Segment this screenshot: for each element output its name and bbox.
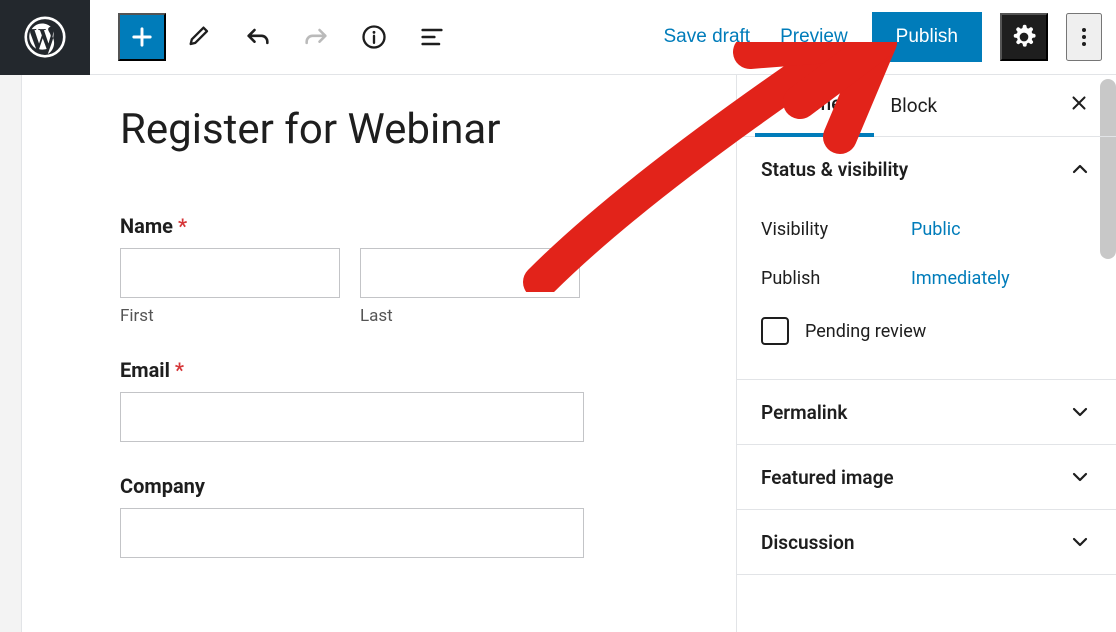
undo-icon bbox=[244, 23, 272, 51]
name-field-label: Name * bbox=[120, 214, 736, 238]
info-button[interactable] bbox=[350, 13, 398, 61]
last-name-sublabel: Last bbox=[360, 306, 580, 326]
email-input[interactable] bbox=[120, 392, 584, 442]
outline-icon bbox=[418, 23, 446, 51]
publish-button[interactable]: Publish bbox=[872, 12, 982, 62]
company-field-label: Company bbox=[120, 474, 736, 498]
publish-date-label: Publish bbox=[761, 268, 911, 289]
publish-date-value[interactable]: Immediately bbox=[911, 268, 1010, 289]
page-title[interactable]: Register for Webinar bbox=[120, 105, 736, 154]
more-options-button[interactable] bbox=[1066, 13, 1102, 61]
pending-review-checkbox[interactable] bbox=[761, 317, 789, 345]
gear-icon bbox=[1011, 24, 1037, 50]
close-sidebar-button[interactable] bbox=[1060, 84, 1098, 128]
editor-canvas[interactable]: Register for Webinar Name * First Last E… bbox=[0, 75, 736, 632]
outline-button[interactable] bbox=[408, 13, 456, 61]
pending-review-label: Pending review bbox=[805, 321, 926, 342]
chevron-down-icon bbox=[1068, 400, 1092, 424]
close-icon bbox=[1068, 92, 1090, 114]
first-name-input[interactable] bbox=[120, 248, 340, 298]
tab-document[interactable]: Document bbox=[755, 75, 874, 137]
panel-status-visibility-header[interactable]: Status & visibility bbox=[737, 137, 1116, 201]
panel-permalink-header[interactable]: Permalink bbox=[737, 380, 1116, 444]
first-name-sublabel: First bbox=[120, 306, 340, 326]
preview-button[interactable]: Preview bbox=[774, 18, 854, 56]
panel-featured-image-header[interactable]: Featured image bbox=[737, 445, 1116, 509]
panel-discussion-header[interactable]: Discussion bbox=[737, 510, 1116, 574]
redo-button[interactable] bbox=[292, 13, 340, 61]
email-field-label: Email * bbox=[120, 358, 736, 382]
edit-mode-button[interactable] bbox=[176, 13, 224, 61]
add-block-button[interactable] bbox=[118, 13, 166, 61]
undo-button[interactable] bbox=[234, 13, 282, 61]
settings-button[interactable] bbox=[1000, 13, 1048, 61]
chevron-up-icon bbox=[1068, 157, 1092, 181]
redo-icon bbox=[302, 23, 330, 51]
chevron-down-icon bbox=[1068, 530, 1092, 554]
visibility-label: Visibility bbox=[761, 219, 911, 240]
plus-icon bbox=[128, 23, 156, 51]
visibility-value[interactable]: Public bbox=[911, 219, 961, 240]
settings-sidebar: Document Block Status & visibility Visib… bbox=[736, 75, 1116, 632]
info-icon bbox=[360, 23, 388, 51]
pencil-icon bbox=[186, 23, 214, 51]
more-vertical-icon bbox=[1072, 25, 1096, 49]
wordpress-logo[interactable] bbox=[0, 0, 90, 75]
tab-block[interactable]: Block bbox=[874, 76, 953, 135]
save-draft-button[interactable]: Save draft bbox=[657, 18, 756, 56]
last-name-input[interactable] bbox=[360, 248, 580, 298]
chevron-down-icon bbox=[1068, 465, 1092, 489]
company-input[interactable] bbox=[120, 508, 584, 558]
